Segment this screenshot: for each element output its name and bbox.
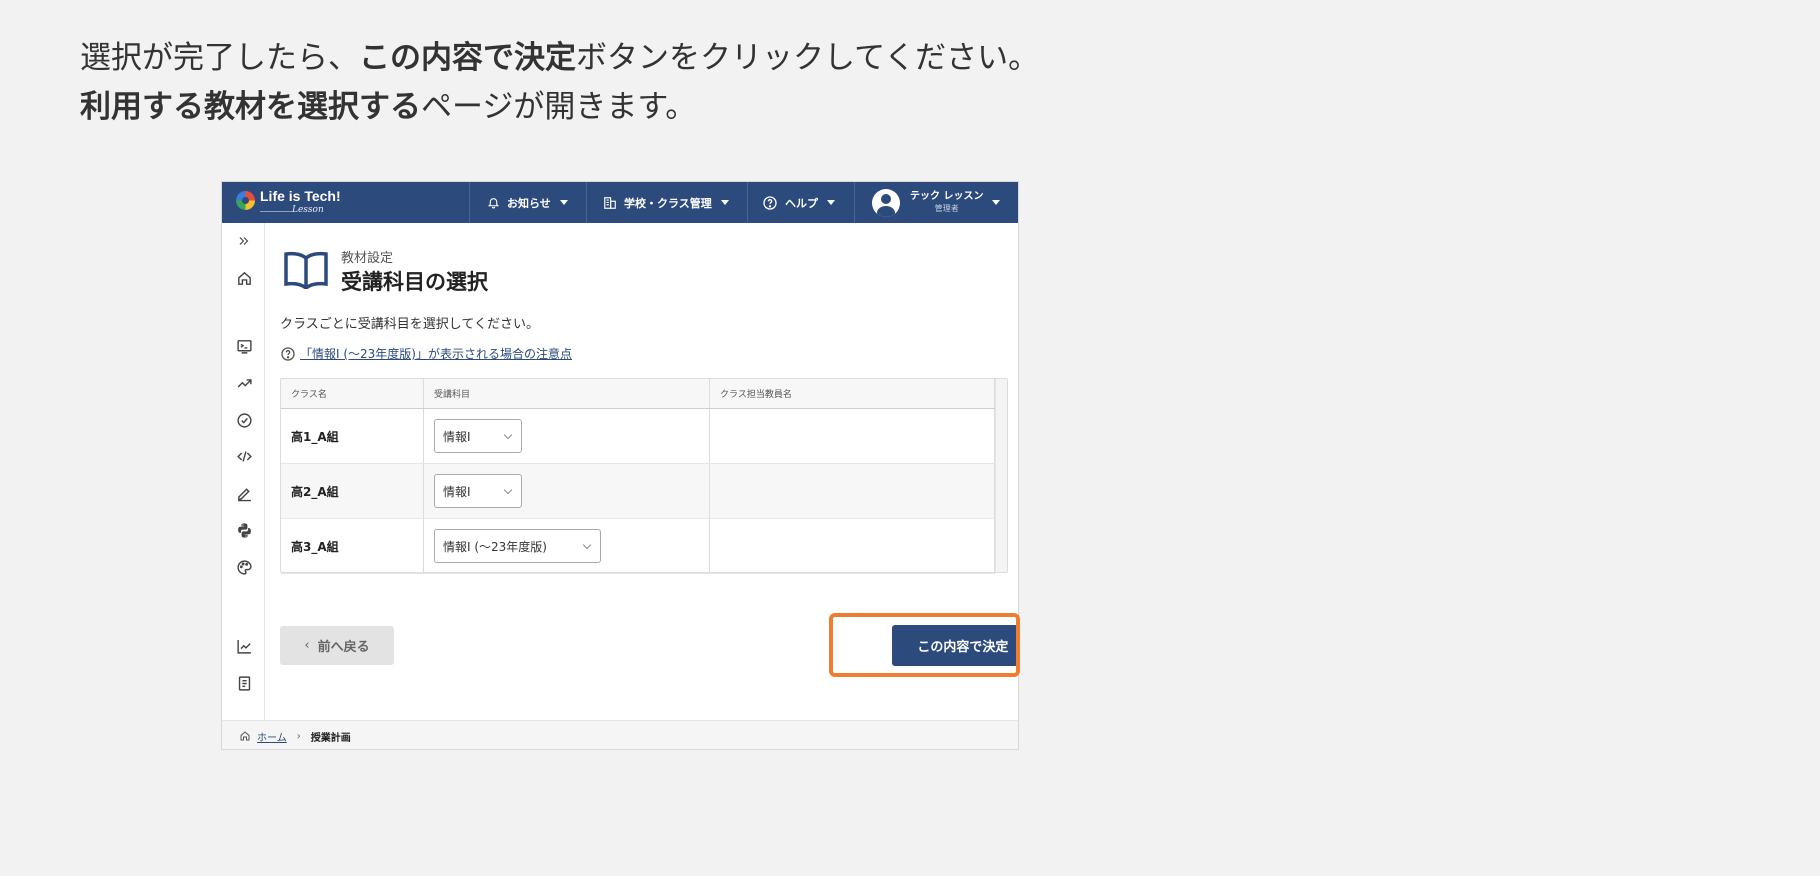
instruction-text-part: 選択が完了したら、 [80, 40, 359, 76]
nav-notifications-label: お知らせ [507, 196, 551, 210]
table-row: 高3_A組 情報I (〜23年度版) [281, 519, 995, 574]
subject-cell: 情報I [424, 464, 710, 518]
subject-cell: 情報I (〜23年度版) [424, 519, 710, 573]
back-button[interactable]: ‹ 前へ戻る [280, 626, 394, 665]
nav-notifications[interactable]: お知らせ [469, 182, 586, 223]
table-row: 高2_A組 情報I [281, 464, 995, 519]
teacher-cell [710, 409, 995, 463]
instruction-bold-page-name: 利用する教材を選択する [80, 89, 421, 125]
chart-icon[interactable] [234, 636, 254, 656]
page-description: クラスごとに受講科目を選択してください。 [280, 317, 539, 332]
column-header-subject: 受講科目 [424, 379, 710, 408]
column-header-teacher: クラス担当教員名 [710, 379, 995, 408]
brand-sub: Lesson [292, 205, 324, 215]
palette-icon[interactable] [234, 557, 254, 577]
brand-name: Life is Tech! [260, 188, 341, 204]
subject-select-value: 情報I [443, 484, 471, 499]
class-name-cell: 高2_A組 [281, 464, 424, 518]
subject-select[interactable]: 情報I [434, 419, 522, 453]
subject-select[interactable]: 情報I [434, 474, 522, 508]
chevron-down-icon [582, 540, 592, 549]
instruction-text: 選択が完了したら、この内容で決定ボタンをクリックしてください。 利用する教材を選… [80, 34, 1039, 132]
confirm-button-highlight [829, 613, 1020, 677]
nav-school-class[interactable]: 学校・クラス管理 [586, 182, 747, 223]
pencil-icon[interactable] [234, 483, 254, 503]
caret-down-icon [827, 200, 835, 205]
nav-user-menu[interactable]: テック レッスン 管理者 [854, 182, 1018, 223]
sidebar [222, 223, 265, 720]
nav-help-label: ヘルプ [785, 196, 818, 210]
chevron-right-icon: › [296, 730, 301, 742]
page-subtitle: 教材設定 [341, 251, 394, 266]
table-header: クラス名 受講科目 クラス担当教員名 [281, 379, 995, 409]
user-avatar-icon [872, 188, 900, 217]
instruction-bold-button-name: この内容で決定 [359, 40, 576, 76]
instruction-line-2: 利用する教材を選択するページが開きます。 [80, 83, 1039, 132]
column-header-class-name: クラス名 [281, 379, 424, 408]
class-name-cell: 高3_A組 [281, 519, 424, 573]
bell-icon [487, 198, 500, 209]
chevron-down-icon [503, 430, 513, 439]
instruction-text-part: ボタンをクリックしてください。 [576, 40, 1040, 76]
book-icon [284, 251, 328, 289]
top-navbar: Life is Tech! Lesson お知らせ 学校・クラス管理 ヘルプ テ… [222, 182, 1018, 223]
teacher-cell [710, 464, 995, 518]
table-scrollbar[interactable] [995, 379, 1007, 572]
subject-select[interactable]: 情報I (〜23年度版) [434, 529, 601, 563]
subject-select-value: 情報I [443, 429, 471, 444]
breadcrumb-home-link[interactable]: ホーム [257, 729, 287, 744]
subject-table: クラス名 受講科目 クラス担当教員名 高1_A組 情報I 高2_A組 情報I 高… [280, 378, 1008, 574]
caret-down-icon [559, 200, 568, 205]
chevron-left-icon: ‹ [304, 638, 310, 653]
back-button-label: 前へ戻る [317, 640, 370, 655]
building-icon [604, 196, 616, 209]
note-link[interactable]: 「情報I (〜23年度版)」が表示される場合の注意点 [280, 345, 572, 362]
nav-school-class-label: 学校・クラス管理 [624, 196, 712, 210]
note-link-label: 「情報I (〜23年度版)」が表示される場合の注意点 [300, 347, 572, 361]
logo-mark-icon [236, 191, 255, 210]
user-role: 管理者 [934, 203, 959, 213]
user-info: テック レッスン 管理者 [910, 191, 983, 215]
home-icon [240, 731, 250, 741]
user-name: テック レッスン [910, 190, 984, 202]
brand-logo[interactable]: Life is Tech! Lesson [236, 188, 341, 218]
teacher-cell [710, 519, 995, 573]
instruction-line-1: 選択が完了したら、この内容で決定ボタンをクリックしてください。 [80, 34, 1039, 83]
trend-icon[interactable] [234, 373, 254, 393]
caret-down-icon [720, 200, 729, 205]
instruction-text-part: ページが開きます。 [421, 89, 697, 125]
logo-underline [260, 211, 292, 212]
check-circle-icon[interactable] [234, 410, 254, 430]
help-circle-icon [281, 346, 295, 361]
caret-down-icon [992, 200, 1001, 205]
terminal-icon[interactable] [234, 336, 254, 356]
document-icon[interactable] [234, 673, 254, 693]
chevron-down-icon [503, 485, 513, 494]
code-icon[interactable] [234, 446, 254, 466]
nav-help[interactable]: ヘルプ [747, 182, 854, 223]
page-title: 受講科目の選択 [341, 270, 488, 294]
class-name-cell: 高1_A組 [281, 409, 424, 463]
help-circle-icon [763, 195, 777, 210]
breadcrumb: ホーム › 授業計画 [222, 720, 1018, 749]
subject-cell: 情報I [424, 409, 710, 463]
home-icon[interactable] [234, 268, 254, 288]
table-row: 高1_A組 情報I [281, 409, 995, 464]
expand-icon[interactable] [234, 231, 254, 251]
subject-select-value: 情報I (〜23年度版) [443, 539, 547, 554]
breadcrumb-current: 授業計画 [310, 732, 351, 744]
python-icon[interactable] [234, 520, 254, 540]
